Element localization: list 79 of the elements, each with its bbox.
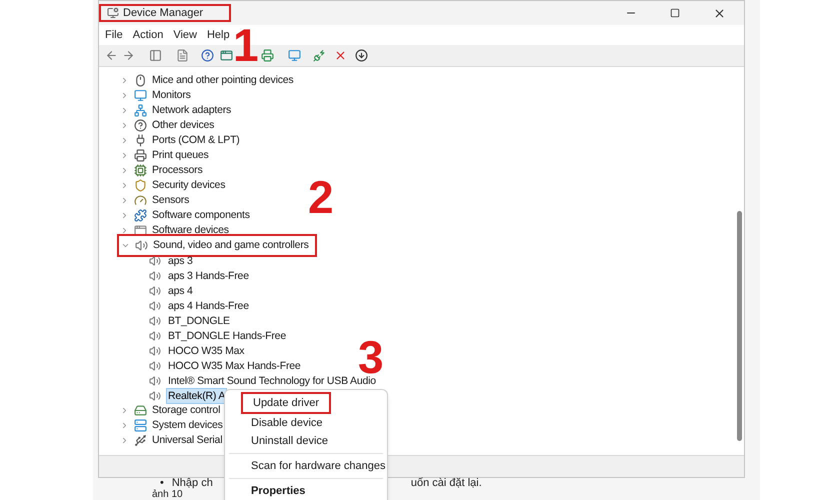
bullet: • xyxy=(160,476,164,490)
usb-icon xyxy=(134,434,147,447)
help-icon[interactable] xyxy=(201,49,214,62)
maximize-icon xyxy=(670,8,680,18)
network-icon xyxy=(134,104,147,117)
speaker-icon xyxy=(149,254,161,266)
window-title: Device Manager xyxy=(123,6,204,21)
gauge-icon xyxy=(134,194,147,207)
back-icon[interactable] xyxy=(105,49,118,62)
document-text: ảnh 10 xyxy=(152,489,183,500)
panel-icon[interactable] xyxy=(149,49,162,62)
menu-item[interactable]: Disable device xyxy=(225,414,387,432)
tree-item[interactable]: System devices xyxy=(152,418,223,433)
monitor-icon[interactable] xyxy=(288,49,301,62)
tree-item[interactable]: aps 3 Hands-Free xyxy=(166,268,251,284)
tree-item[interactable]: Monitors xyxy=(152,88,191,103)
tree-item[interactable]: HOCO W35 Max xyxy=(166,342,246,358)
tree-item[interactable]: BT_DONGLE xyxy=(166,312,232,328)
chip-icon xyxy=(134,164,147,177)
menu-item[interactable]: Properties xyxy=(225,482,387,500)
tree-item[interactable]: aps 4 Hands-Free xyxy=(166,298,251,314)
speaker-icon xyxy=(149,330,161,342)
computer-icon xyxy=(107,7,119,19)
step-number: 1 xyxy=(233,22,259,68)
window-icon xyxy=(134,224,147,237)
speaker-icon xyxy=(149,300,161,312)
shield-icon xyxy=(134,179,147,192)
tree-item[interactable]: Sound, video and game controllers xyxy=(153,238,309,253)
menu-item[interactable]: Update driver xyxy=(241,392,331,414)
tree-item[interactable]: aps 4 xyxy=(166,282,195,298)
close-icon xyxy=(712,6,726,20)
document-text: Nhập ch xyxy=(172,476,213,490)
drive-icon xyxy=(134,404,147,417)
forward-icon[interactable] xyxy=(122,49,135,62)
plug-icon[interactable] xyxy=(313,49,326,62)
speaker-icon xyxy=(149,344,161,356)
tree-item[interactable]: Storage control xyxy=(152,403,220,418)
printer-icon xyxy=(134,149,147,162)
tree-item[interactable]: aps 3 xyxy=(166,252,195,268)
document-text: uốn cài đặt lại. xyxy=(410,476,482,492)
tree-item[interactable]: Processors xyxy=(152,163,203,178)
speaker-icon xyxy=(149,374,161,386)
speaker-icon xyxy=(149,284,161,296)
menu-item[interactable]: Help xyxy=(206,26,230,44)
scrollbar-thumb[interactable] xyxy=(737,211,742,441)
menu-item[interactable]: View xyxy=(173,26,197,44)
collapse-icon[interactable] xyxy=(120,241,130,250)
tree-item[interactable]: Network adapters xyxy=(152,103,232,118)
menu-item[interactable]: Uninstall device xyxy=(225,432,387,450)
tree-item[interactable]: Security devices xyxy=(152,178,226,193)
delete-icon[interactable] xyxy=(334,49,347,62)
tree-item[interactable]: Mice and other pointing devices xyxy=(152,73,294,88)
download-icon[interactable] xyxy=(355,49,368,62)
question-icon xyxy=(134,119,147,132)
tree-item[interactable]: Print queues xyxy=(152,148,209,163)
tree-item[interactable]: Sensors xyxy=(152,193,190,208)
plug-icon xyxy=(134,134,147,147)
tree-item[interactable]: HOCO W35 Max Hands-Free xyxy=(166,358,303,374)
speaker-icon xyxy=(149,314,161,326)
server-icon xyxy=(134,419,147,432)
tree-item[interactable]: BT_DONGLE Hands-Free xyxy=(166,328,288,344)
puzzle-icon xyxy=(134,209,147,222)
speaker-icon xyxy=(135,239,148,252)
printer-icon[interactable] xyxy=(261,49,274,62)
tree-item[interactable]: Software devices xyxy=(152,223,229,238)
menu-item[interactable]: Action xyxy=(132,26,164,44)
speaker-icon xyxy=(149,360,161,372)
tree-item[interactable]: Universal Serial xyxy=(152,433,222,448)
mouse-icon xyxy=(134,74,147,87)
tree-item[interactable]: Ports (COM & LPT) xyxy=(152,133,240,148)
monitor-icon xyxy=(134,89,147,102)
window-icon[interactable] xyxy=(220,49,233,62)
menu-item[interactable]: File xyxy=(105,26,123,44)
tree-item[interactable]: Software components xyxy=(152,208,250,223)
tree-item[interactable]: Other devices xyxy=(152,118,214,133)
document-icon[interactable] xyxy=(176,49,189,62)
speaker-icon xyxy=(149,270,161,282)
step-number: 2 xyxy=(308,174,334,220)
speaker-icon xyxy=(149,390,161,402)
